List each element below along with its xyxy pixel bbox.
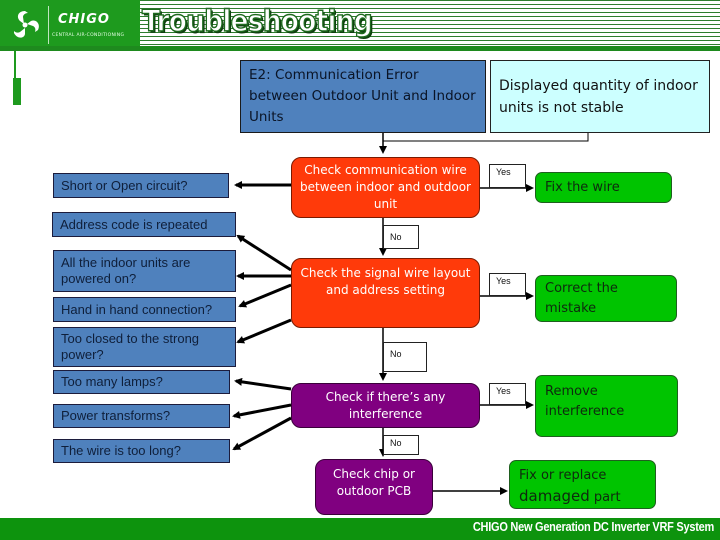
symptom-box: Displayed quantity of indoor units is no… [490, 60, 710, 133]
fix-text-emphasis: damaged [519, 487, 590, 505]
fix-text: Remove interference [545, 384, 625, 419]
connector-cause-8 [232, 416, 292, 451]
yes-label: Yes [489, 273, 526, 296]
connector-symptom-join [383, 133, 589, 142]
fix-text: Correct the mistake [545, 280, 618, 316]
check-text: Check communication wire between indoor … [300, 163, 471, 211]
cause-box: Too many lamps? [53, 370, 230, 394]
yes-label: Yes [489, 164, 526, 188]
cause-text: The wire is too long? [61, 443, 181, 458]
connector-cause-4 [238, 283, 292, 308]
check-box-communication-wire: Check communication wire between indoor … [291, 157, 480, 218]
cause-box: Too closed to the strong power? [53, 327, 236, 367]
cause-text: Too many lamps? [61, 374, 163, 389]
check-box-chip-pcb: Check chip or outdoor PCB [315, 459, 433, 515]
symptom-text: Displayed quantity of indoor units is no… [499, 77, 698, 116]
cause-text: Power transforms? [61, 408, 171, 423]
cause-text: All the indoor units are powered on? [61, 255, 191, 286]
connector-cause-2 [236, 234, 292, 272]
fix-box-wire: Fix the wire [535, 172, 672, 203]
connector-cause-7 [232, 403, 292, 419]
connector-cause-5 [236, 318, 292, 344]
fix-text-line1: Fix or replace [519, 468, 607, 483]
cause-box: Short or Open circuit? [53, 173, 229, 198]
fix-text-rest: part [589, 490, 621, 505]
cause-box: Hand in hand connection? [53, 297, 236, 322]
connector-cause-6 [234, 377, 292, 391]
cause-text: Short or Open circuit? [61, 177, 188, 193]
fix-text-line2: damaged part [519, 486, 646, 508]
cause-text: Hand in hand connection? [61, 301, 213, 317]
cause-text: Too closed to the strong power? [61, 331, 200, 362]
fix-box-correct-mistake: Correct the mistake [535, 275, 677, 322]
error-code-text: E2: Communication Error between Outdoor … [249, 67, 476, 125]
cause-box: Power transforms? [53, 404, 230, 428]
cause-box: Address code is repeated [52, 212, 236, 237]
cause-text: Address code is repeated [60, 216, 208, 232]
no-label: No [383, 225, 419, 249]
error-code-box: E2: Communication Error between Outdoor … [240, 60, 486, 133]
cause-box: The wire is too long? [53, 439, 230, 463]
footer-text: CHIGO New Generation DC Inverter VRF Sys… [472, 520, 714, 534]
check-text: Check the signal wire layout and address… [300, 266, 471, 297]
cause-box: All the indoor units are powered on? [53, 250, 236, 292]
check-box-signal-wire: Check the signal wire layout and address… [291, 258, 480, 328]
check-text: Check if there’s any interference [325, 389, 446, 421]
fix-box-remove-interference: Remove interference [535, 375, 678, 437]
yes-label: Yes [489, 383, 526, 405]
check-box-interference: Check if there’s any interference [291, 383, 480, 428]
fix-text: Fix the wire [545, 179, 620, 195]
fix-box-replace-part: Fix or replace damaged part [509, 460, 656, 509]
no-label: No [383, 435, 419, 455]
no-label: No [383, 342, 427, 372]
check-text: Check chip or outdoor PCB [333, 467, 415, 498]
